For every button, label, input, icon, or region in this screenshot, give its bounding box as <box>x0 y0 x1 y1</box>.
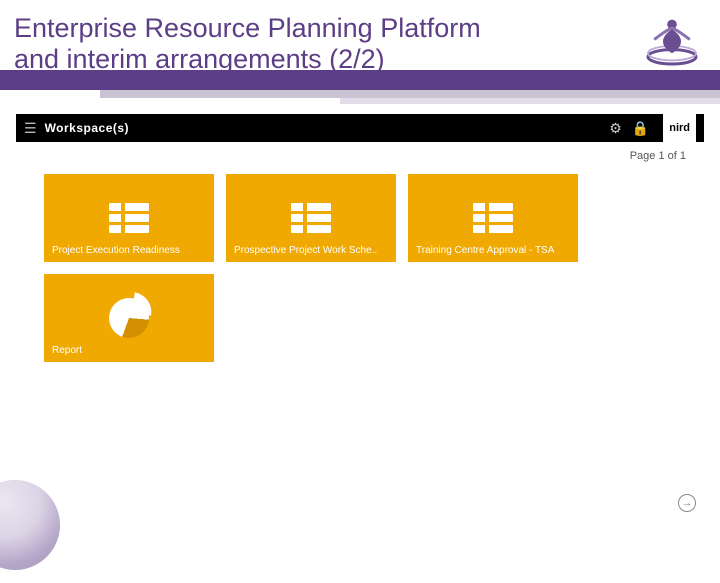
list-icon <box>109 203 149 233</box>
tile-training-centre-approval-tsa[interactable]: Training Centre Approval - TSA <box>408 174 578 262</box>
decorative-band-light <box>100 90 720 98</box>
decorative-band-light2 <box>340 98 720 104</box>
logo <box>642 10 702 70</box>
page-indicator: Page 1 of 1 <box>630 150 686 162</box>
tile-project-execution-readiness[interactable]: Project Execution Readiness <box>44 174 214 262</box>
tile-area: Project Execution Readiness Prospective … <box>44 174 676 510</box>
tile-label: Training Centre Approval - TSA <box>416 245 554 256</box>
tile-label: Report <box>52 345 82 356</box>
user-chip[interactable]: nird <box>663 114 696 142</box>
erp-top-bar: ☰ Workspace(s) ⚙ 🔒 nird <box>16 114 704 142</box>
tile-report[interactable]: Report <box>44 274 214 362</box>
tile-label: Prospective Project Work Sche.. <box>234 245 377 256</box>
list-icon <box>473 203 513 233</box>
slide-title: Enterprise Resource Planning Platform an… <box>14 13 494 75</box>
decorative-band-dark <box>0 70 720 90</box>
workspace-label: Workspace(s) <box>45 121 129 135</box>
pie-chart-icon <box>109 298 149 338</box>
list-icon <box>291 203 331 233</box>
gear-icon[interactable]: ⚙ <box>609 120 622 137</box>
next-page-button[interactable]: → <box>678 494 696 512</box>
tile-prospective-project-work-schedule[interactable]: Prospective Project Work Sche.. <box>226 174 396 262</box>
menu-icon[interactable]: ☰ <box>24 120 37 137</box>
lock-icon[interactable]: 🔒 <box>632 120 649 137</box>
tile-label: Project Execution Readiness <box>52 245 180 256</box>
